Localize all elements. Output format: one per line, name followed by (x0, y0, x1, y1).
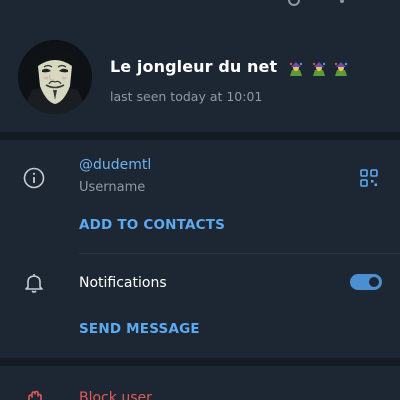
send-message-button[interactable]: SEND MESSAGE (79, 321, 200, 337)
qr-code-icon[interactable] (360, 169, 378, 187)
avatar[interactable] (18, 40, 92, 114)
actions-section (0, 366, 400, 400)
username-label: Username (79, 180, 146, 195)
last-seen-status: last seen today at 10:01 (110, 89, 263, 104)
name-emoji-group (287, 58, 349, 77)
info-section (0, 140, 400, 358)
top-bar (0, 0, 400, 8)
profile-header: Le jongleur du net last seen today at 10… (0, 8, 400, 132)
juggler-emoji-icon (312, 61, 325, 76)
notifications-label: Notifications (79, 275, 167, 291)
add-to-contacts-button[interactable]: ADD TO CONTACTS (79, 217, 225, 233)
username-value[interactable]: @dudemtl (79, 157, 151, 173)
block-hand-icon (22, 388, 46, 400)
block-user-button[interactable]: Block user (79, 390, 152, 400)
top-menu-icon[interactable] (340, 0, 344, 3)
top-action-icon[interactable] (288, 0, 300, 6)
row-divider (79, 253, 400, 254)
info-icon (22, 166, 46, 190)
notifications-toggle[interactable] (350, 274, 382, 290)
profile-name-text: Le jongleur du net (110, 57, 278, 76)
juggler-emoji-icon (335, 61, 348, 76)
profile-name: Le jongleur du net (110, 57, 349, 77)
section-separator (0, 358, 400, 366)
toggle-knob (367, 275, 381, 289)
bell-icon (22, 271, 46, 295)
section-separator (0, 132, 400, 140)
juggler-emoji-icon (289, 61, 303, 76)
